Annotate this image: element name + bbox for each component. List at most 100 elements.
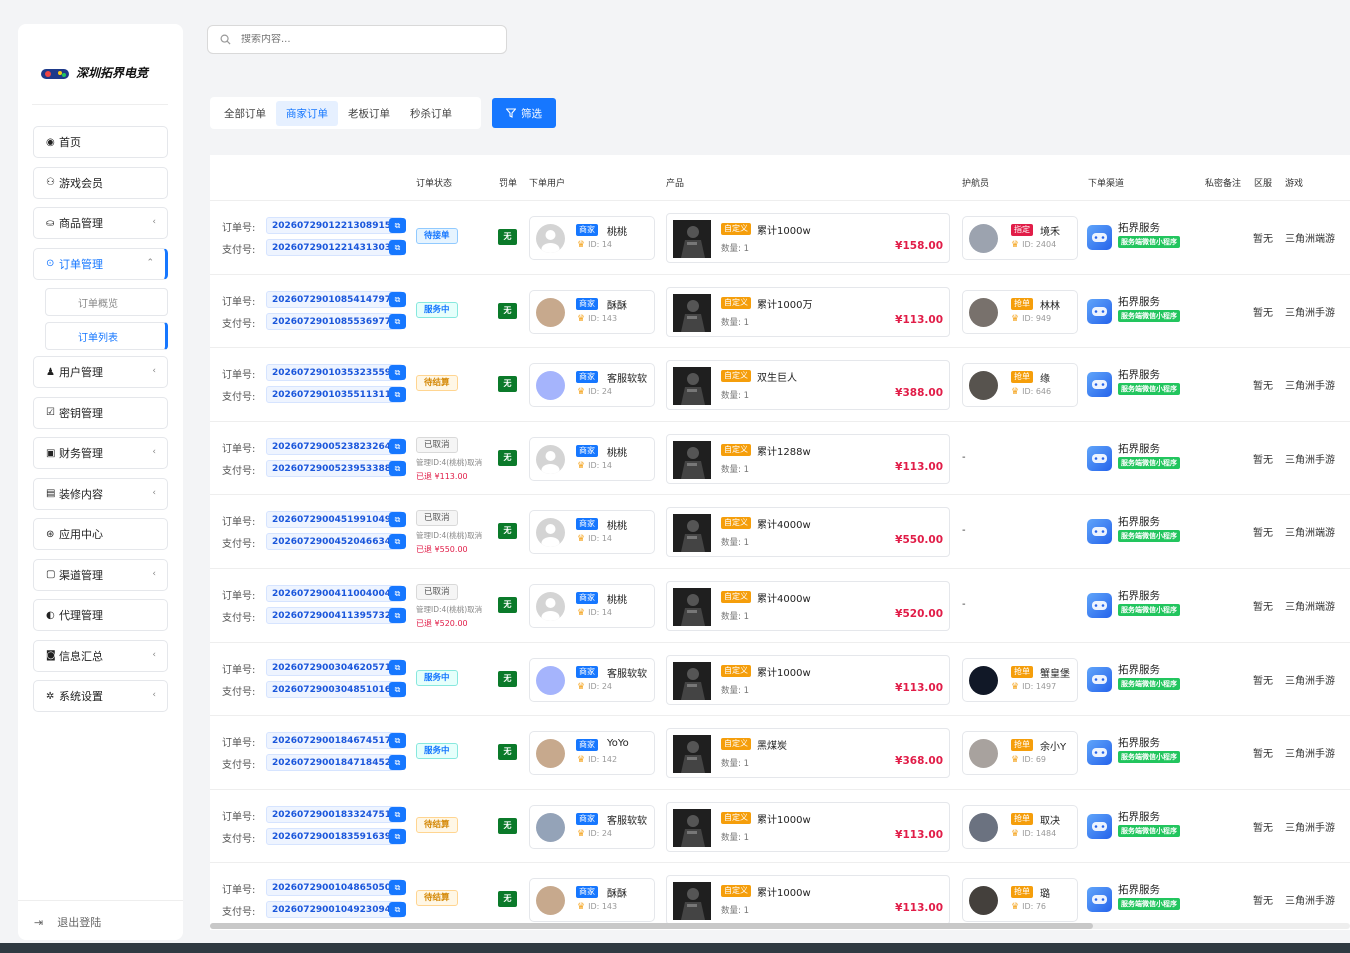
tab-1[interactable]: 商家订单: [276, 100, 338, 126]
sidebar-item-10[interactable]: ◐ 代理管理: [33, 599, 168, 631]
sidebar-item-7[interactable]: ▤ 装修内容 ‹: [33, 477, 168, 510]
user-card[interactable]: 商家 桃桃 ♛ ID: 14: [529, 216, 655, 260]
product-card[interactable]: 自定义 累计1000w 数量: 1 ¥158.00: [666, 213, 950, 263]
copy-order-icon[interactable]: ⧉: [389, 659, 406, 675]
pay-number[interactable]: 20260729012214313033: [266, 239, 404, 256]
sidebar-item-12[interactable]: ✲ 系统设置 ‹: [33, 680, 168, 712]
logout-button[interactable]: ⇥ 退出登陆: [34, 914, 101, 930]
copy-order-icon[interactable]: ⧉: [389, 733, 406, 749]
user-card[interactable]: 商家 酥酥 ♛ ID: 143: [529, 878, 655, 923]
sidebar-item-2[interactable]: ⛀ 商品管理 ‹: [33, 207, 168, 239]
pay-number[interactable]: 20260729001847184522: [266, 754, 404, 772]
pay-number[interactable]: 20260729003048510166: [266, 680, 404, 698]
copy-order-icon[interactable]: ⧉: [389, 880, 406, 896]
product-card[interactable]: 自定义 累计4000w 数量: 1 ¥520.00: [666, 581, 950, 631]
copy-order-icon[interactable]: ⧉: [389, 291, 406, 307]
channel-name: 拓界服务: [1118, 516, 1160, 529]
user-card[interactable]: 商家 YoYo ♛ ID: 142: [529, 731, 655, 776]
column-header: 订单状态: [416, 179, 453, 189]
sidebar-item-0[interactable]: ◉ 首页: [33, 126, 168, 158]
guard-card[interactable]: 抢单缘 ♛ ID: 646: [962, 363, 1078, 408]
product-card[interactable]: 自定义 累计1000w 数量: 1 ¥113.00: [666, 801, 950, 852]
sidebar-item-3[interactable]: ⊙ 订单管理 ⌃: [33, 247, 168, 280]
product-card[interactable]: 自定义 累计1000w 数量: 1 ¥113.00: [666, 875, 950, 926]
copy-pay-icon[interactable]: ⧉: [389, 902, 406, 918]
sidebar-item-label: 商品管理: [59, 217, 103, 230]
tab-3[interactable]: 秒杀订单: [400, 101, 462, 126]
horizontal-scrollbar[interactable]: [210, 923, 1093, 929]
user-card[interactable]: 商家 桃桃 ♛ ID: 14: [529, 584, 655, 628]
order-number[interactable]: 20260729001048650509: [266, 879, 404, 897]
order-number-label: 订单号:: [222, 296, 256, 308]
chevron-icon: ‹: [152, 487, 156, 498]
sidebar-item-label: 信息汇总: [59, 649, 103, 663]
user-card[interactable]: 商家 酥酥 ♛ ID: 143: [529, 289, 655, 334]
guard-card[interactable]: 抢单 取决 ♛ ID: 1484: [962, 804, 1078, 849]
tab-2[interactable]: 老板订单: [338, 101, 400, 126]
search-input[interactable]: [241, 34, 441, 45]
copy-pay-icon[interactable]: ⧉: [389, 608, 406, 623]
pay-number[interactable]: 20260729004520466341: [266, 533, 404, 551]
submenu-item-0[interactable]: 订单概览: [45, 288, 168, 316]
order-number[interactable]: 20260729004110040048: [266, 585, 404, 602]
sidebar-item-4[interactable]: ♟ 用户管理 ‹: [33, 356, 168, 388]
pay-number[interactable]: 20260729010355113111: [266, 386, 404, 404]
table-row: 订单号: 20260729001846745174 ⧉ 支付号: 20260729001…: [210, 716, 1350, 790]
filter-button[interactable]: 筛选: [492, 98, 556, 128]
copy-pay-icon[interactable]: ⧉: [389, 534, 406, 550]
guard-card[interactable]: 指定 境禾 ♛ ID: 2404: [962, 216, 1078, 260]
order-number[interactable]: 20260729003046205713: [266, 658, 404, 676]
copy-order-icon[interactable]: ⧉: [389, 586, 406, 601]
copy-order-icon[interactable]: ⧉: [389, 806, 406, 822]
sidebar-item-1[interactable]: ⚇ 游戏会员: [33, 166, 168, 199]
product-card[interactable]: 自定义 累计1000w 数量: 1 ¥113.00: [666, 654, 950, 705]
pay-number[interactable]: 20260729005239533883: [266, 459, 404, 477]
order-number[interactable]: 20260729001833247511: [266, 805, 404, 823]
copy-pay-icon[interactable]: ⧉: [389, 681, 406, 697]
guard-card[interactable]: 抢单璐 ♛ ID: 76: [962, 878, 1078, 923]
copy-pay-icon[interactable]: ⧉: [389, 755, 406, 771]
search-box[interactable]: [207, 25, 507, 54]
order-number[interactable]: 20260729005238232643: [266, 437, 404, 455]
pay-number[interactable]: 20260729001835916396: [266, 827, 404, 845]
copy-pay-icon[interactable]: ⧉: [389, 313, 406, 329]
product-card[interactable]: 自定义 累计4000w 数量: 1 ¥550.00: [666, 507, 950, 558]
product-card[interactable]: 自定义 双生巨人 数量: 1 ¥388.00: [666, 360, 950, 411]
copy-pay-icon[interactable]: ⧉: [389, 828, 406, 844]
user-card[interactable]: 商家 桃桃 ♛ ID: 14: [529, 436, 655, 481]
copy-order-icon[interactable]: ⧉: [389, 365, 406, 381]
pay-number[interactable]: 20260729010855369776: [266, 312, 404, 330]
copy-pay-icon[interactable]: ⧉: [389, 387, 406, 403]
submenu-item-1[interactable]: 订单列表: [45, 322, 168, 350]
product-card[interactable]: 自定义 累计1288w 数量: 1 ¥113.00: [666, 433, 950, 484]
user-card[interactable]: 商家 桃桃 ♛ ID: 14: [529, 510, 655, 555]
tab-0[interactable]: 全部订单: [214, 101, 276, 126]
sidebar-item-9[interactable]: ▢ 渠道管理 ‹: [33, 558, 168, 591]
guard-card[interactable]: 抢单 蟹皇堡 ♛ ID: 1497: [962, 657, 1078, 702]
copy-order-icon[interactable]: ⧉: [389, 438, 406, 454]
gamepad-icon: [1087, 519, 1112, 545]
sidebar-item-8[interactable]: ⊛ 应用中心: [33, 518, 168, 550]
sidebar-item-6[interactable]: ▣ 财务管理 ‹: [33, 437, 168, 469]
sidebar-item-11[interactable]: ◙ 信息汇总 ‹: [33, 639, 168, 672]
order-number[interactable]: 20260729010854147974: [266, 290, 404, 308]
order-number[interactable]: 20260729012213089152: [266, 217, 404, 234]
copy-pay-icon[interactable]: ⧉: [389, 460, 406, 476]
product-card[interactable]: 自定义 累计1000万 数量: 1 ¥113.00: [666, 286, 950, 337]
user-card[interactable]: 商家 客服软软 ♛ ID: 24: [529, 363, 655, 408]
sidebar-item-label: 系统设置: [59, 690, 103, 703]
pay-number[interactable]: 20260729001049230943: [266, 901, 404, 919]
guard-card[interactable]: 抢单 余小Y ♛ ID: 69: [962, 731, 1078, 776]
copy-pay-icon[interactable]: ⧉: [389, 240, 406, 255]
product-card[interactable]: 自定义 黑煤炭 数量: 1 ¥368.00: [666, 728, 950, 779]
user-card[interactable]: 商家 客服软软 ♛ ID: 24: [529, 804, 655, 849]
copy-order-icon[interactable]: ⧉: [389, 218, 406, 233]
sidebar-item-5[interactable]: ☑ 密钥管理: [33, 396, 168, 429]
order-number[interactable]: 20260729004519910490: [266, 511, 404, 529]
order-number[interactable]: 20260729001846745174: [266, 732, 404, 750]
guard-card[interactable]: 抢单 林林 ♛ ID: 949: [962, 289, 1078, 334]
copy-order-icon[interactable]: ⧉: [389, 512, 406, 528]
user-card[interactable]: 商家 客服软软 ♛ ID: 24: [529, 657, 655, 702]
order-number[interactable]: 20260729010353235592: [266, 364, 404, 382]
pay-number[interactable]: 20260729004113957329: [266, 607, 404, 624]
